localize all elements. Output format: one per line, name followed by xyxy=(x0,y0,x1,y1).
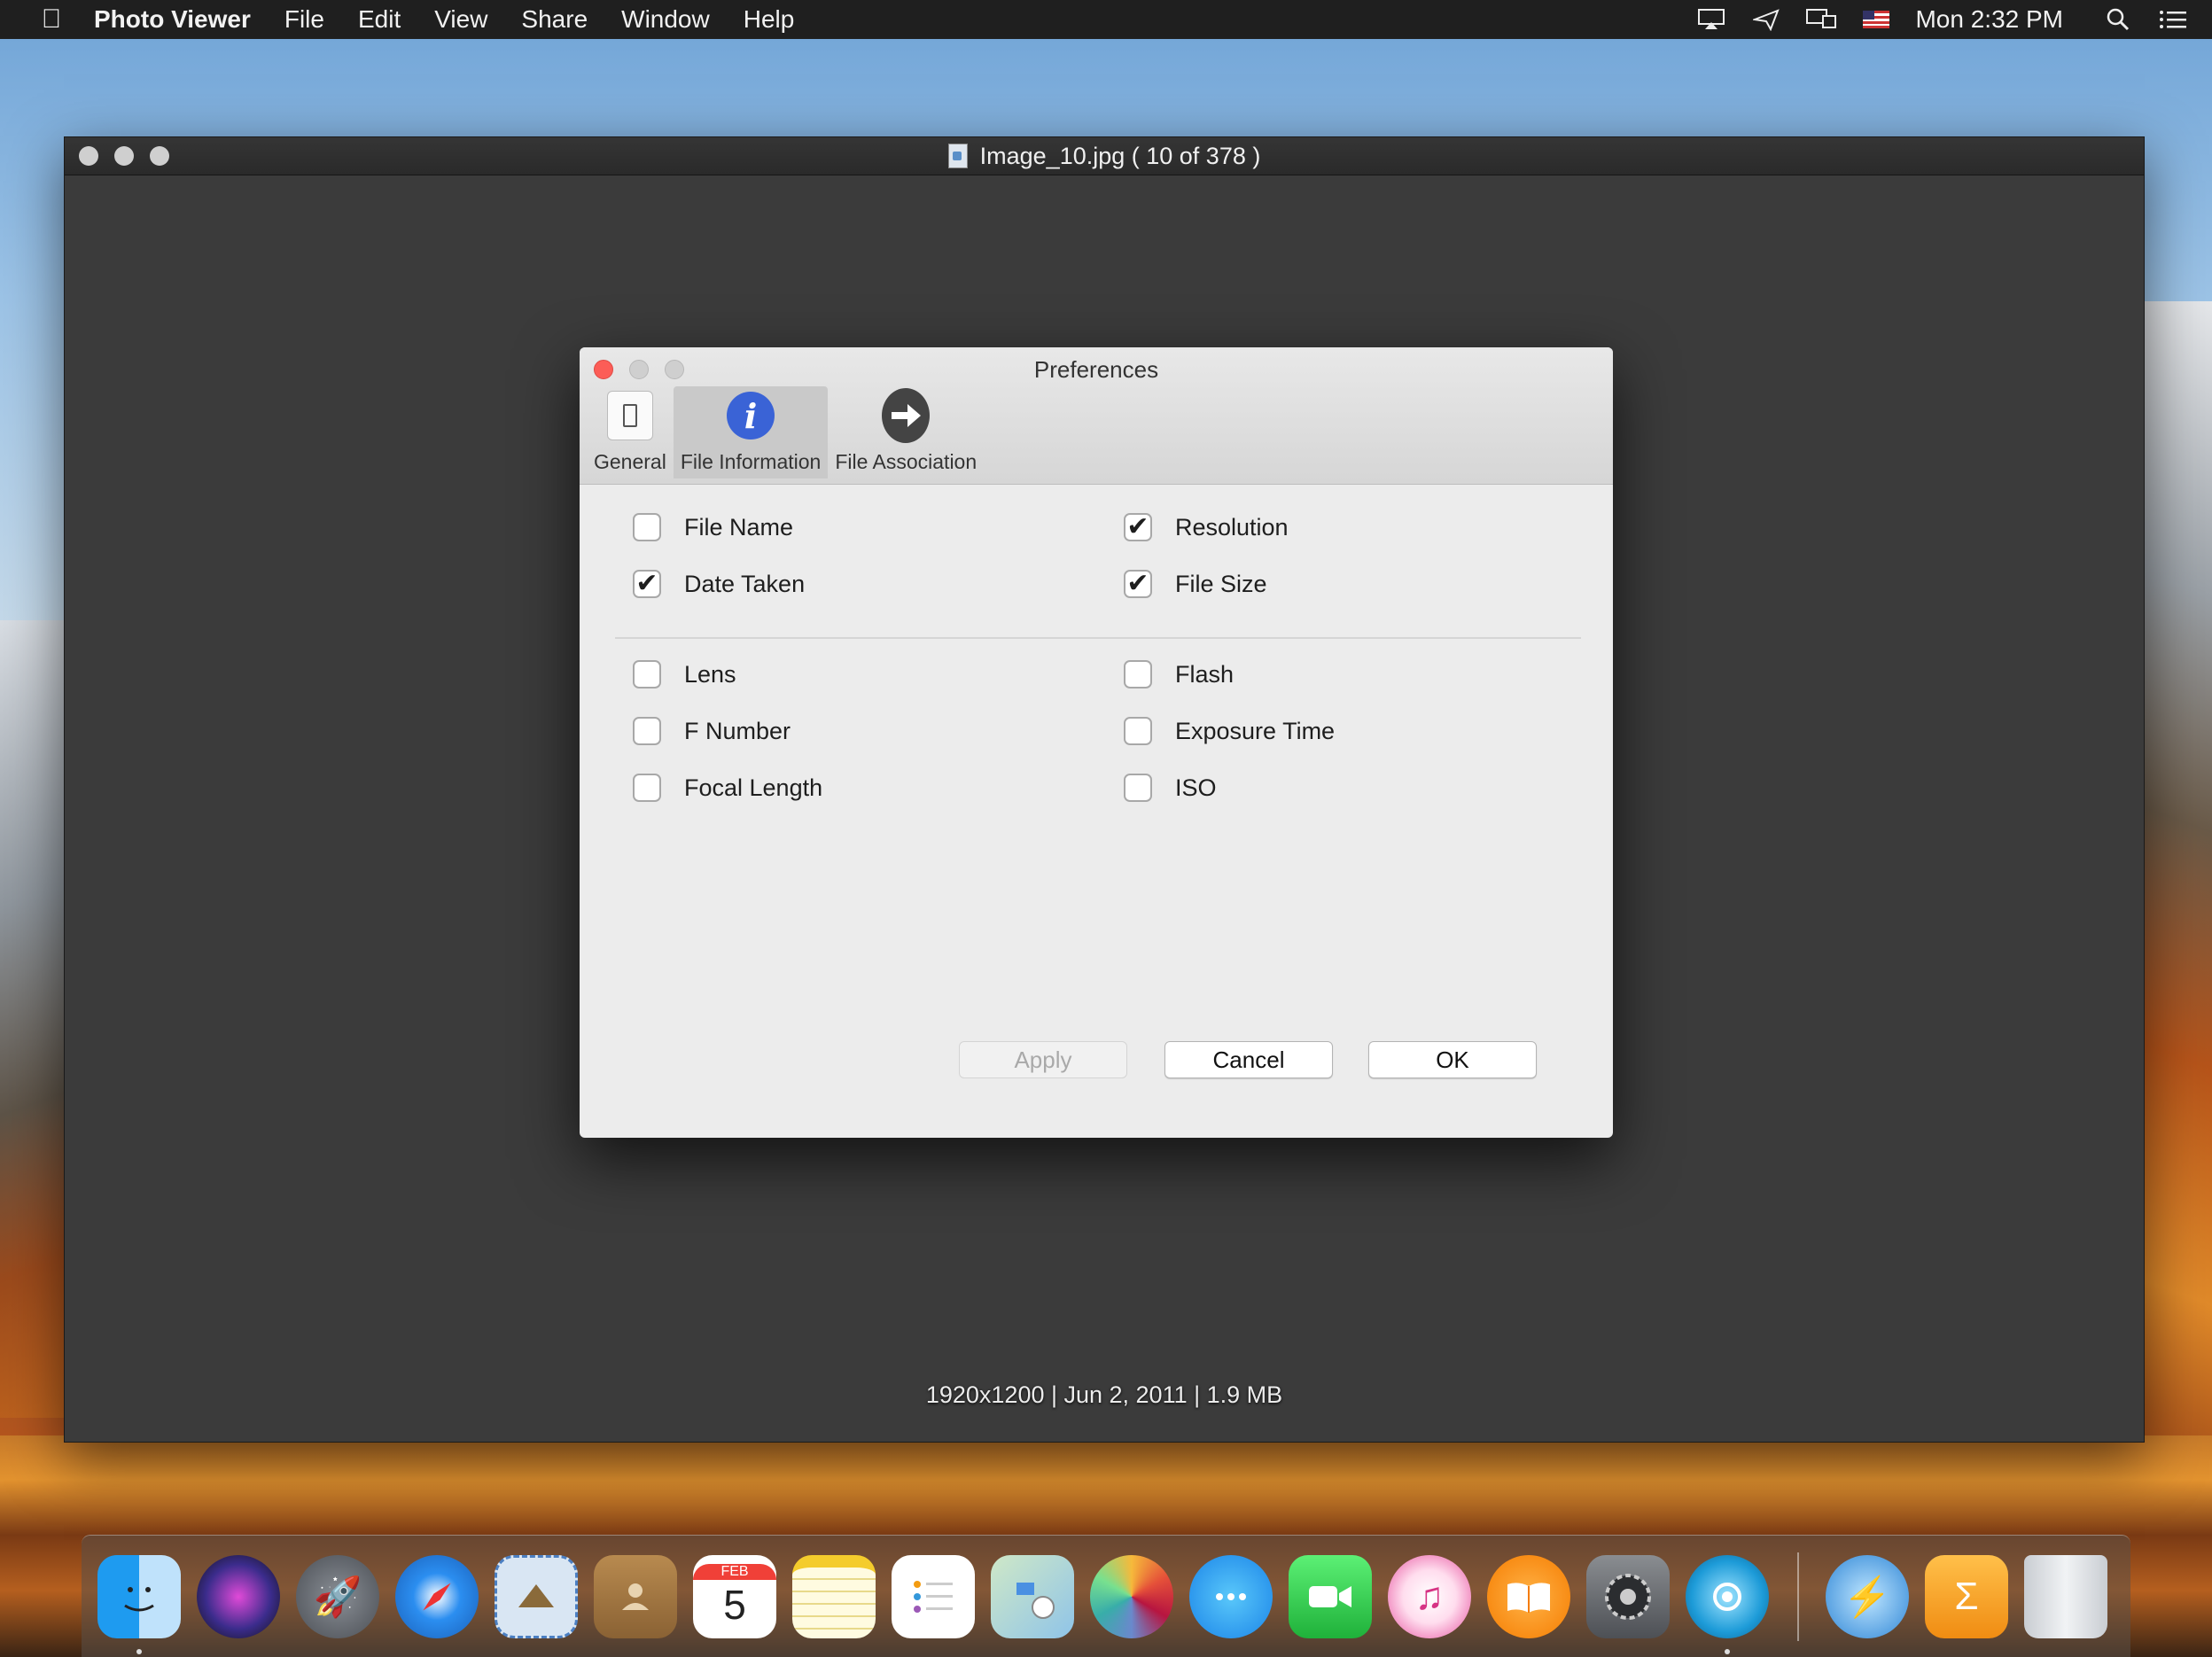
send-icon[interactable] xyxy=(1750,8,1782,31)
screens-icon[interactable] xyxy=(1805,8,1837,31)
system-preferences-icon[interactable] xyxy=(1586,1554,1670,1638)
mail-icon[interactable] xyxy=(495,1554,578,1638)
trash-icon[interactable] xyxy=(2024,1554,2107,1638)
calendar-month: FEB xyxy=(693,1563,776,1580)
tab-general-label: General xyxy=(594,450,666,473)
menu-app-name[interactable]: Photo Viewer xyxy=(94,5,251,34)
tab-file-information[interactable]: i File Information xyxy=(673,386,829,478)
ok-button[interactable]: OK xyxy=(1368,1041,1537,1078)
tab-file-information-label: File Information xyxy=(680,450,822,473)
option-f-number[interactable]: F Number xyxy=(633,717,791,745)
apply-button: Apply xyxy=(959,1041,1127,1078)
calendar-day: 5 xyxy=(723,1581,746,1628)
photos-icon[interactable] xyxy=(1090,1554,1173,1638)
option-lens[interactable]: Lens xyxy=(633,660,736,688)
menu-bar:  Photo Viewer File Edit View Share Wind… xyxy=(0,0,2212,39)
flash-checkbox[interactable] xyxy=(1124,660,1152,688)
focal-length-checkbox[interactable] xyxy=(633,774,661,802)
menu-file[interactable]: File xyxy=(284,5,324,34)
resolution-checkbox[interactable]: ✔ xyxy=(1124,513,1152,541)
file-name-label: File Name xyxy=(684,513,794,541)
iso-label: ISO xyxy=(1175,774,1217,801)
notification-center-icon[interactable] xyxy=(2157,8,2189,31)
option-file-size[interactable]: ✔ File Size xyxy=(1124,570,1267,598)
menu-edit[interactable]: Edit xyxy=(358,5,401,34)
safari-icon[interactable] xyxy=(395,1554,479,1638)
tab-file-association[interactable]: File Association xyxy=(828,386,984,478)
option-resolution[interactable]: ✔ Resolution xyxy=(1124,513,1289,541)
image-info-caption: 1920x1200 | Jun 2, 2011 | 1.9 MB xyxy=(925,1381,1283,1408)
preferences-dialog: Preferences General i File Information F… xyxy=(580,347,1613,1138)
preferences-toolbar: General i File Information File Associat… xyxy=(587,386,984,484)
f-number-label: F Number xyxy=(684,717,791,744)
iso-checkbox[interactable] xyxy=(1124,774,1152,802)
file-name-checkbox[interactable] xyxy=(633,513,661,541)
lens-checkbox[interactable] xyxy=(633,660,661,688)
option-flash[interactable]: Flash xyxy=(1124,660,1234,688)
file-information-panel: File Name ✔ Resolution ✔ Date Taken ✔ Fi… xyxy=(580,485,1613,1138)
option-iso[interactable]: ISO xyxy=(1124,774,1217,802)
menu-clock[interactable]: Mon 2:32 PM xyxy=(1915,5,2063,34)
flash-label: Flash xyxy=(1175,660,1235,688)
window-close-button[interactable] xyxy=(79,146,98,166)
option-file-name[interactable]: File Name xyxy=(633,513,793,541)
spotlight-search-icon[interactable] xyxy=(2102,8,2134,31)
document-icon xyxy=(947,144,968,168)
facetime-icon[interactable] xyxy=(1289,1554,1372,1638)
lens-label: Lens xyxy=(684,660,736,688)
menu-help[interactable]: Help xyxy=(744,5,795,34)
window-title: Image_10.jpg ( 10 of 378 ) xyxy=(979,142,1261,169)
window-titlebar[interactable]: Image_10.jpg ( 10 of 378 ) xyxy=(65,137,2144,175)
exposure-time-label: Exposure Time xyxy=(1175,717,1336,744)
focal-length-label: Focal Length xyxy=(684,774,823,801)
tab-general[interactable]: General xyxy=(587,386,674,478)
date-taken-label: Date Taken xyxy=(684,570,806,597)
us-flag-icon[interactable] xyxy=(1860,8,1892,31)
file-size-checkbox[interactable]: ✔ xyxy=(1124,570,1152,598)
menu-view[interactable]: View xyxy=(434,5,487,34)
option-date-taken[interactable]: ✔ Date Taken xyxy=(633,570,805,598)
preferences-title: Preferences xyxy=(1033,356,1159,383)
apple-menu-icon[interactable]:  xyxy=(32,4,71,35)
photo-viewer-icon[interactable] xyxy=(1686,1554,1769,1654)
dock: 🚀 FEB 5 ♫ ⚡ Σ xyxy=(82,1535,2130,1657)
cancel-button[interactable]: Cancel xyxy=(1164,1041,1333,1078)
window-minimize-button[interactable] xyxy=(114,146,134,166)
launchpad-icon[interactable]: 🚀 xyxy=(296,1554,379,1638)
display-mirror-icon[interactable] xyxy=(1695,8,1727,31)
option-focal-length[interactable]: Focal Length xyxy=(633,774,822,802)
f-number-checkbox[interactable] xyxy=(633,717,661,745)
window-zoom-button[interactable] xyxy=(150,146,169,166)
option-exposure-time[interactable]: Exposure Time xyxy=(1124,717,1335,745)
itunes-icon[interactable]: ♫ xyxy=(1388,1554,1471,1638)
arrow-right-circle-icon xyxy=(882,388,931,443)
dock-separator xyxy=(1797,1552,1799,1641)
exposure-time-checkbox[interactable] xyxy=(1124,717,1152,745)
file-size-label: File Size xyxy=(1175,570,1267,597)
preferences-header: Preferences General i File Information F… xyxy=(580,347,1613,485)
menu-window[interactable]: Window xyxy=(621,5,710,34)
reminders-icon[interactable] xyxy=(892,1554,975,1638)
info-icon: i xyxy=(727,392,775,440)
resolution-label: Resolution xyxy=(1175,513,1289,541)
general-switch-icon xyxy=(606,391,653,440)
menu-share[interactable]: Share xyxy=(521,5,588,34)
calendar-icon[interactable]: FEB 5 xyxy=(693,1554,776,1638)
messages-icon[interactable] xyxy=(1189,1554,1273,1638)
options-separator xyxy=(615,637,1581,639)
ibooks-icon[interactable] xyxy=(1487,1554,1570,1638)
notes-icon[interactable] xyxy=(792,1554,876,1638)
siri-icon[interactable] xyxy=(197,1554,280,1638)
date-taken-checkbox[interactable]: ✔ xyxy=(633,570,661,598)
folder-icon[interactable]: Σ xyxy=(1925,1554,2008,1638)
app-icon[interactable]: ⚡ xyxy=(1826,1554,1909,1638)
contacts-icon[interactable] xyxy=(594,1554,677,1638)
tab-file-association-label: File Association xyxy=(835,450,977,473)
maps-icon[interactable] xyxy=(991,1554,1074,1638)
finder-icon[interactable] xyxy=(97,1554,181,1654)
